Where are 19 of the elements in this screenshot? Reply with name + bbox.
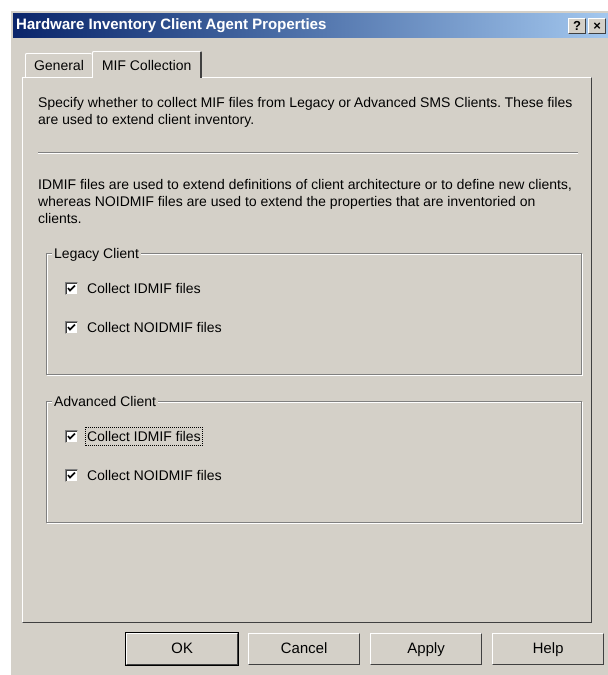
window-title: Hardware Inventory Client Agent Properties xyxy=(16,15,326,36)
checkbox-label[interactable]: Collect NOIDMIF files xyxy=(86,467,223,484)
dialog-button[interactable]: OK xyxy=(126,633,238,665)
checkbox[interactable] xyxy=(65,430,78,443)
checkbox[interactable] xyxy=(65,321,78,334)
intro-text: Specify whether to collect MIF files from Legacy or Advanced SMS Clients. These files are used to extend client inventory. xyxy=(38,94,574,128)
description-text: IDMIF files are used to extend definitions of client architecture or to define new clients, whereas NOIDMIF files are used to extend the properties that are inventoried on clients. xyxy=(38,176,573,227)
dialog-button[interactable]: Cancel xyxy=(248,633,360,665)
checkbox-label[interactable]: Collect NOIDMIF files xyxy=(86,319,223,336)
help-button[interactable]: ? xyxy=(568,18,586,34)
checkbox[interactable] xyxy=(65,282,78,295)
checkbox-label[interactable]: Collect IDMIF files xyxy=(86,428,202,445)
tab[interactable]: MIF Collection xyxy=(92,51,202,78)
checkbox-label[interactable]: Collect IDMIF files xyxy=(86,280,202,297)
close-button[interactable]: × xyxy=(588,18,606,34)
tab[interactable]: General xyxy=(25,53,92,77)
dialog-button[interactable]: Help xyxy=(492,633,604,665)
checkbox[interactable] xyxy=(65,469,78,482)
dialog-button[interactable]: Apply xyxy=(370,633,482,665)
